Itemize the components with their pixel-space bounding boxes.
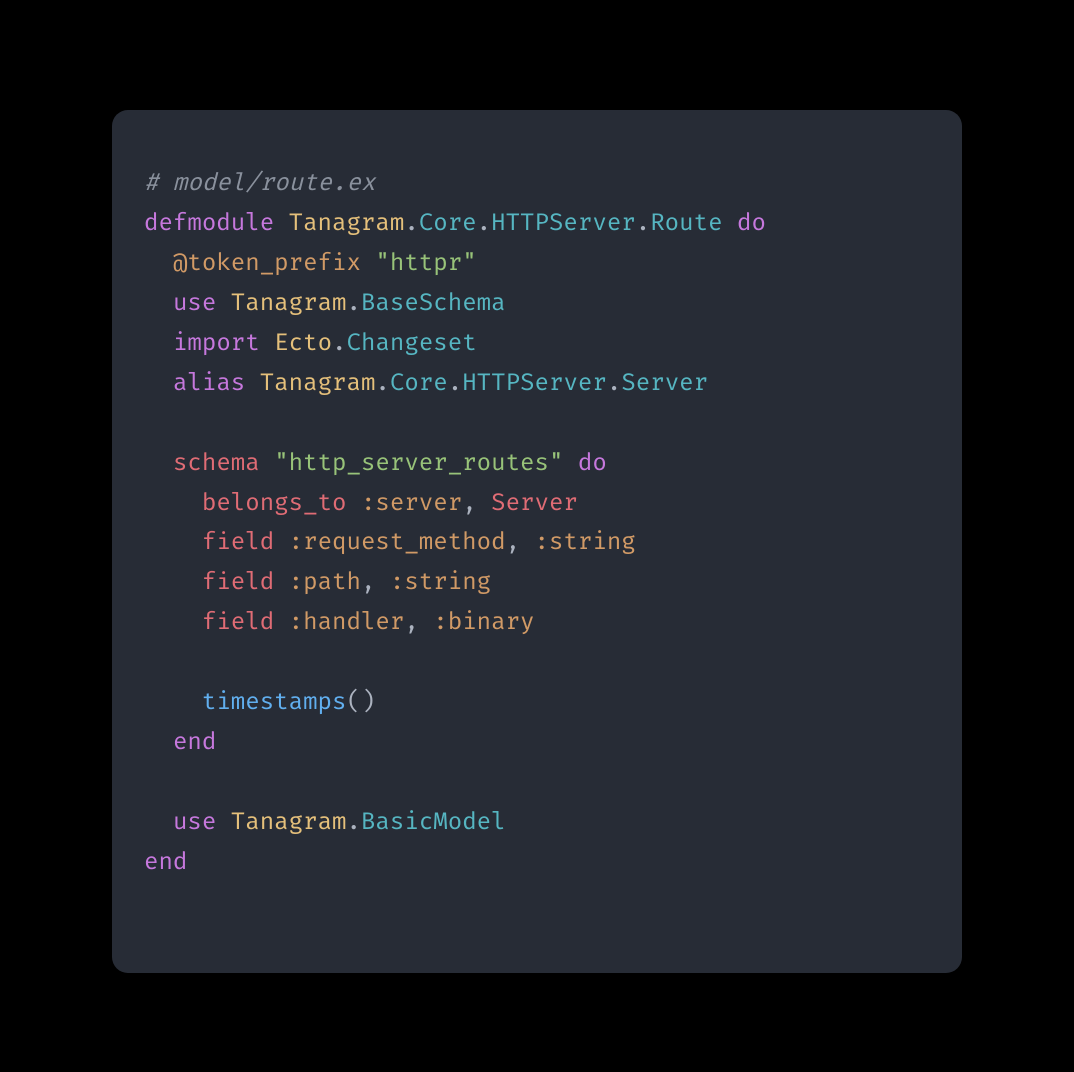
- module-tanagram: Tanagram: [289, 209, 405, 238]
- dot: .: [607, 369, 621, 398]
- module-basicmodel: BasicModel: [361, 808, 506, 837]
- code-panel: # model/route.ex defmodule Tanagram.Core…: [112, 110, 962, 973]
- parens: (): [346, 688, 375, 717]
- module-httpserver: HTTPServer: [462, 369, 607, 398]
- dot: .: [375, 369, 389, 398]
- keyword-defmodule: defmodule: [144, 209, 274, 238]
- comma: ,: [506, 528, 520, 557]
- keyword-use: use: [173, 289, 216, 318]
- dot: .: [332, 329, 346, 358]
- call-timestamps: timestamps: [202, 688, 347, 717]
- module-tanagram: Tanagram: [260, 369, 376, 398]
- dot: .: [448, 369, 462, 398]
- keyword-end: end: [173, 728, 216, 757]
- module-httpserver: HTTPServer: [491, 209, 636, 238]
- call-field: field: [202, 528, 274, 557]
- call-field: field: [202, 568, 274, 597]
- module-core: Core: [419, 209, 477, 238]
- keyword-do: do: [737, 209, 766, 238]
- module-tanagram: Tanagram: [231, 808, 347, 837]
- comma: ,: [361, 568, 375, 597]
- module-baseschema: BaseSchema: [361, 289, 506, 318]
- dot: .: [636, 209, 650, 238]
- comma: ,: [404, 608, 418, 637]
- keyword-do: do: [578, 449, 607, 478]
- call-field: field: [202, 608, 274, 637]
- string-literal: "http_server_routes": [274, 449, 563, 478]
- keyword-use: use: [173, 808, 216, 837]
- keyword-end: end: [144, 848, 187, 877]
- module-core: Core: [390, 369, 448, 398]
- atom: :string: [390, 568, 491, 597]
- atom: :handler: [289, 608, 405, 637]
- module-ecto: Ecto: [274, 329, 332, 358]
- module-server: Server: [621, 369, 708, 398]
- atom: :path: [289, 568, 361, 597]
- call-schema: schema: [173, 449, 260, 478]
- module-route: Route: [650, 209, 722, 238]
- dot: .: [347, 808, 361, 837]
- dot: .: [347, 289, 361, 318]
- string-literal: "httpr": [375, 249, 476, 278]
- call-belongs-to: belongs_to: [202, 489, 347, 518]
- module-attribute: @token_prefix: [173, 249, 361, 278]
- atom: :request_method: [289, 528, 506, 557]
- dot: .: [404, 209, 418, 238]
- comma: ,: [462, 489, 476, 518]
- dot: .: [477, 209, 491, 238]
- keyword-import: import: [173, 329, 260, 358]
- code-comment: # model/route.ex: [144, 169, 375, 198]
- atom: :binary: [433, 608, 534, 637]
- code-block: # model/route.ex defmodule Tanagram.Core…: [144, 164, 930, 883]
- keyword-alias: alias: [173, 369, 245, 398]
- atom: :server: [361, 489, 462, 518]
- type-server: Server: [491, 489, 578, 518]
- module-changeset: Changeset: [347, 329, 477, 358]
- atom: :string: [535, 528, 636, 557]
- module-tanagram: Tanagram: [231, 289, 347, 318]
